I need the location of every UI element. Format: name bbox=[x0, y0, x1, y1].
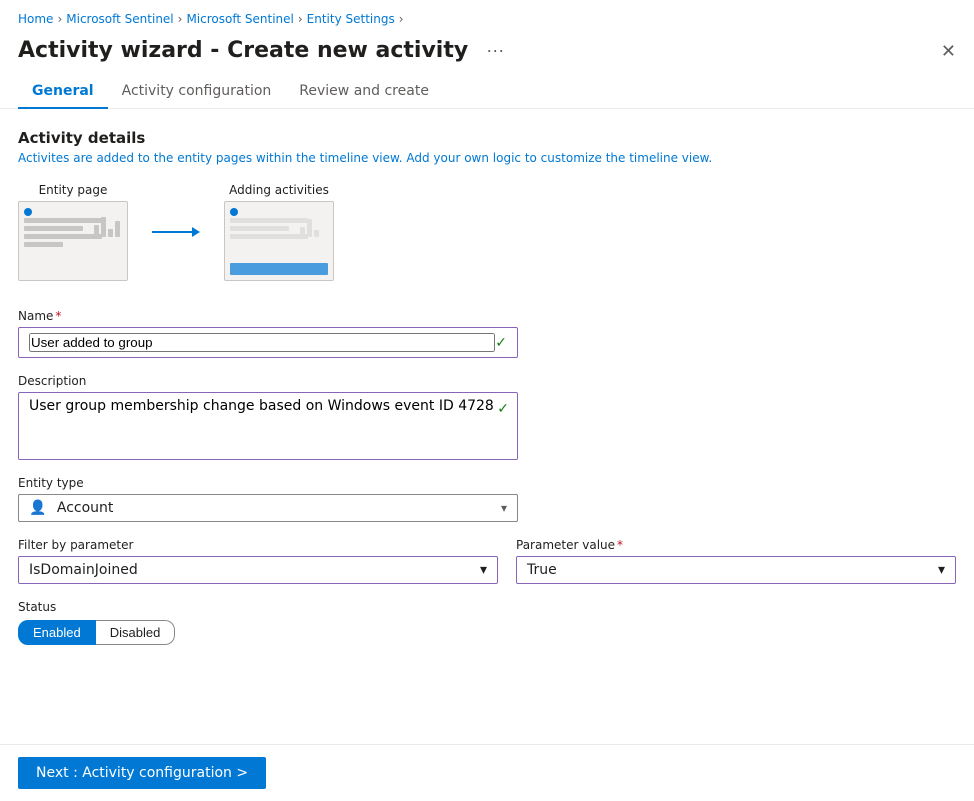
act-bar-3 bbox=[230, 234, 308, 239]
section-description: Activites are added to the entity pages … bbox=[18, 151, 956, 165]
adding-activities-label: Adding activities bbox=[229, 183, 329, 197]
act-chart-bar-3 bbox=[314, 230, 319, 237]
param-value-star: * bbox=[617, 538, 623, 552]
tabs-bar: General Activity configuration Review an… bbox=[0, 75, 974, 109]
status-toggle-row: Enabled Disabled bbox=[18, 620, 956, 645]
activities-chart bbox=[300, 207, 328, 237]
arrow-line bbox=[152, 231, 192, 233]
breadcrumb-sentinel-1[interactable]: Microsoft Sentinel bbox=[66, 12, 173, 26]
breadcrumb-home[interactable]: Home bbox=[18, 12, 53, 26]
entity-page-label: Entity page bbox=[39, 183, 108, 197]
param-value-select[interactable]: True ▾ bbox=[516, 556, 956, 584]
name-input-wrapper[interactable]: ✓ bbox=[18, 327, 518, 358]
adding-activities-diagram: Adding activities bbox=[224, 183, 334, 281]
section-title: Activity details bbox=[18, 129, 956, 147]
entity-type-label: Entity type bbox=[18, 476, 956, 490]
name-input[interactable] bbox=[29, 333, 495, 352]
account-icon: 👤 bbox=[29, 500, 46, 516]
arrow-head bbox=[192, 227, 200, 237]
entity-type-value: Account bbox=[57, 500, 114, 516]
bar-4 bbox=[24, 242, 63, 247]
more-options-button[interactable]: ··· bbox=[480, 38, 510, 63]
entity-icon-dot bbox=[24, 208, 32, 216]
chart-bar-1 bbox=[94, 225, 99, 237]
name-field-group: Name * ✓ bbox=[18, 309, 956, 358]
breadcrumb: Home › Microsoft Sentinel › Microsoft Se… bbox=[0, 0, 974, 34]
description-field-group: Description User group membership change… bbox=[18, 374, 956, 460]
breadcrumb-sep-3: › bbox=[298, 12, 303, 26]
entity-chart bbox=[94, 207, 122, 237]
next-activity-configuration-button[interactable]: Next : Activity configuration > bbox=[18, 757, 266, 789]
entity-type-chevron: ▾ bbox=[501, 501, 507, 515]
breadcrumb-sep-1: › bbox=[57, 12, 62, 26]
description-check-icon: ✓ bbox=[497, 401, 509, 417]
tab-general[interactable]: General bbox=[18, 75, 108, 109]
status-section: Status Enabled Disabled bbox=[18, 600, 956, 645]
entity-type-field-group: Entity type 👤 Account ▾ bbox=[18, 476, 956, 522]
entity-page-frame bbox=[18, 201, 128, 281]
act-chart-bar-2 bbox=[307, 219, 312, 237]
act-chart-bar-1 bbox=[300, 227, 305, 237]
tab-review-and-create[interactable]: Review and create bbox=[285, 75, 443, 109]
description-input-wrapper[interactable]: User group membership change based on Wi… bbox=[18, 392, 518, 460]
activity-diagram: Entity page bbox=[18, 183, 956, 281]
name-required-star: * bbox=[55, 309, 61, 323]
footer: Next : Activity configuration > bbox=[0, 744, 974, 801]
status-disabled-button[interactable]: Disabled bbox=[96, 620, 176, 645]
status-label: Status bbox=[18, 600, 956, 614]
breadcrumb-entity-settings[interactable]: Entity Settings bbox=[307, 12, 395, 26]
breadcrumb-sep-2: › bbox=[178, 12, 183, 26]
filter-param-value: IsDomainJoined bbox=[29, 562, 138, 578]
status-enabled-button[interactable]: Enabled bbox=[18, 620, 96, 645]
tab-activity-configuration[interactable]: Activity configuration bbox=[108, 75, 286, 109]
close-button[interactable]: ✕ bbox=[941, 42, 956, 60]
chart-bar-2 bbox=[101, 217, 106, 237]
name-check-icon: ✓ bbox=[495, 335, 507, 351]
param-value-value: True bbox=[527, 562, 557, 578]
param-value-col: Parameter value * True ▾ bbox=[516, 538, 956, 584]
param-value-chevron: ▾ bbox=[938, 562, 945, 578]
filter-param-col: Filter by parameter IsDomainJoined ▾ bbox=[18, 538, 498, 584]
chart-bar-4 bbox=[115, 221, 120, 237]
breadcrumb-sep-4: › bbox=[399, 12, 404, 26]
filter-row: Filter by parameter IsDomainJoined ▾ Par… bbox=[18, 538, 956, 584]
entity-type-select[interactable]: 👤 Account ▾ bbox=[18, 494, 518, 522]
breadcrumb-sentinel-2[interactable]: Microsoft Sentinel bbox=[186, 12, 293, 26]
activities-icon-dot bbox=[230, 208, 238, 216]
page-header: Activity wizard - Create new activity ··… bbox=[0, 34, 974, 75]
chart-bar-3 bbox=[108, 229, 113, 237]
diagram-arrow bbox=[152, 227, 200, 237]
param-value-label: Parameter value * bbox=[516, 538, 956, 552]
filter-param-select[interactable]: IsDomainJoined ▾ bbox=[18, 556, 498, 584]
filter-param-label: Filter by parameter bbox=[18, 538, 498, 552]
description-input[interactable]: User group membership change based on Wi… bbox=[29, 398, 507, 450]
activities-highlight bbox=[230, 263, 328, 275]
entity-page-diagram: Entity page bbox=[18, 183, 128, 281]
adding-activities-frame bbox=[224, 201, 334, 281]
filter-param-chevron: ▾ bbox=[480, 562, 487, 578]
description-label: Description bbox=[18, 374, 956, 388]
main-content: Activity details Activites are added to … bbox=[0, 109, 974, 749]
page-title: Activity wizard - Create new activity bbox=[18, 38, 468, 63]
name-label: Name * bbox=[18, 309, 956, 323]
